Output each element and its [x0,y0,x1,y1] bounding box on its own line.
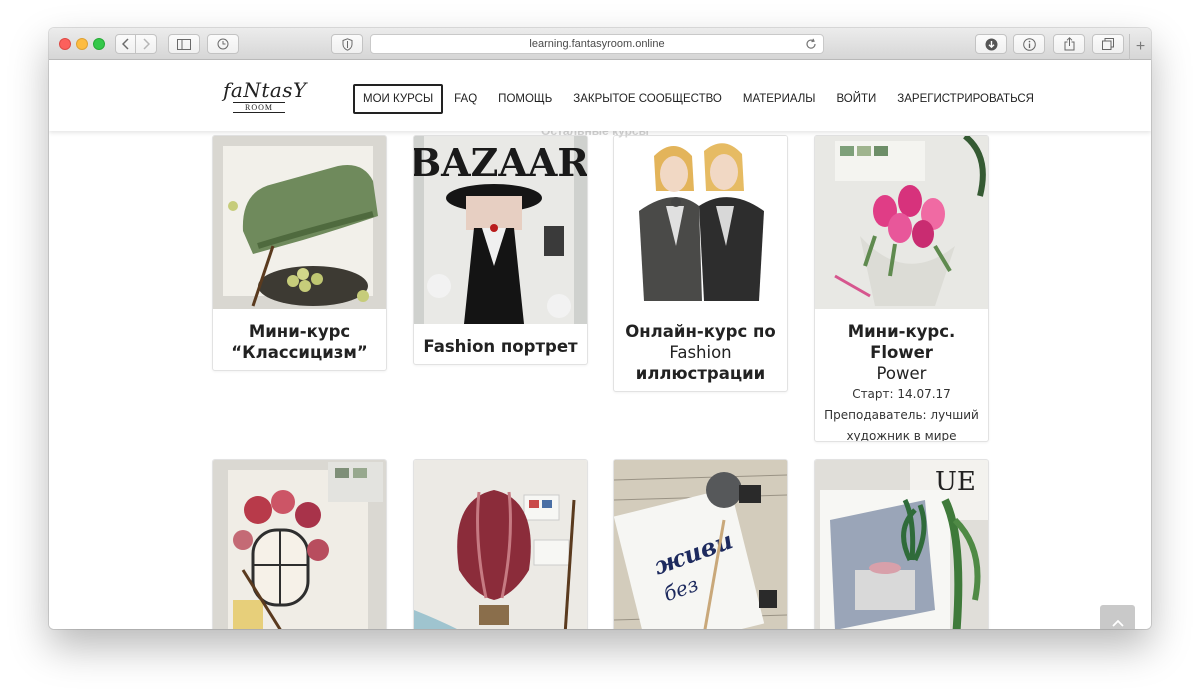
share-icon [1064,37,1075,51]
course-image-green-sofa [213,136,386,309]
course-title[interactable]: Fashion портрет [414,336,587,357]
nav-community[interactable]: ЗАКРЫТОЕ СООБЩЕСТВО [573,93,722,105]
svg-text:BAZAAR: BAZAAR [414,140,587,185]
info-button[interactable] [1013,34,1045,54]
tabs-icon [1102,38,1114,50]
minimize-window-button[interactable] [76,38,88,50]
course-image-bazaar: BAZAAR [414,136,587,324]
course-title[interactable]: Мини-курс [213,321,386,342]
course-image-lettering: живи без [614,460,787,629]
zoom-window-button[interactable] [93,38,105,50]
nav-materials[interactable]: МАТЕРИАЛЫ [743,93,816,105]
course-card[interactable]: Онлайн-курс по Fashion иллюстрации [613,135,788,392]
course-image-hot-air-balloon [414,460,587,629]
nav-faq[interactable]: FAQ [454,93,477,105]
address-bar[interactable]: learning.fantasyroom.online [370,34,824,54]
course-title-line3[interactable]: иллюстрации [614,363,787,384]
course-card[interactable]: UE [814,459,989,629]
course-card[interactable]: живи без [613,459,788,629]
site-logo[interactable]: faNtasY ROOM [223,78,307,113]
new-tab-button[interactable]: + [1129,34,1151,60]
back-button[interactable] [115,34,136,54]
logo-subtitle: ROOM [233,102,285,113]
clock-icon [217,38,229,50]
chevron-up-icon [1111,614,1124,630]
history-button[interactable] [207,34,239,54]
course-image-interior-plant: UE [815,460,988,629]
course-title[interactable]: Мини-курс. Flower [815,321,988,363]
logo-wordmark: faNtasY [223,78,307,102]
course-card[interactable] [413,459,588,629]
site-header: faNtasY ROOM МОИ КУРСЫ FAQ ПОМОЩЬ ЗАКРЫТ… [49,61,1151,131]
course-image-flower-window [213,460,386,629]
course-card[interactable]: Мини-курс “Классицизм” [212,135,387,371]
course-image-pink-tulips [815,136,988,309]
page-content: faNtasY ROOM МОИ КУРСЫ FAQ ПОМОЩЬ ЗАКРЫТ… [49,61,1151,629]
course-image-two-women [614,136,787,309]
browser-toolbar: learning.fantasyroom.online + [49,28,1151,60]
download-icon [985,38,998,51]
course-title[interactable]: Онлайн-курс по [614,321,787,342]
course-title-line2[interactable]: Power [815,363,988,384]
nav-login[interactable]: ВОЙТИ [837,93,877,105]
share-button[interactable] [1053,34,1085,54]
course-card[interactable]: Мини-курс. Flower Power Старт: 14.07.17 … [814,135,989,442]
course-title-line2[interactable]: “Классицизм” [213,342,386,363]
main-nav: МОИ КУРСЫ FAQ ПОМОЩЬ ЗАКРЫТОЕ СООБЩЕСТВО… [353,83,1055,115]
sidebar-icon [177,38,191,50]
forward-button[interactable] [136,34,157,54]
course-teacher: Преподаватель: лучший [824,408,979,422]
downloads-button[interactable] [975,34,1007,54]
chevron-right-icon [142,38,150,50]
course-card[interactable]: BAZAAR Fashion портрет [413,135,588,365]
course-card[interactable] [212,459,387,629]
tab-overview-button[interactable] [1092,34,1124,54]
privacy-report-button[interactable] [331,34,363,54]
course-start-date: Старт: 14.07.17 [852,387,951,401]
shield-icon [342,37,353,51]
info-icon [1022,37,1036,51]
plus-icon: + [1135,38,1146,55]
scroll-to-top-button[interactable] [1100,605,1135,629]
url-text: learning.fantasyroom.online [529,38,665,50]
sidebar-button[interactable] [168,34,200,54]
course-title-line2[interactable]: Fashion [614,342,787,363]
browser-window: learning.fantasyroom.online + faNtasY RO… [49,28,1151,629]
course-teacher-line2: художник в мире [846,429,957,442]
nav-my-courses[interactable]: МОИ КУРСЫ [353,84,444,114]
reload-icon[interactable] [805,38,817,53]
nav-help[interactable]: ПОМОЩЬ [498,93,552,105]
chevron-left-icon [121,38,130,50]
close-window-button[interactable] [59,38,71,50]
nav-register[interactable]: ЗАРЕГИСТРИРОВАТЬСЯ [897,93,1034,105]
